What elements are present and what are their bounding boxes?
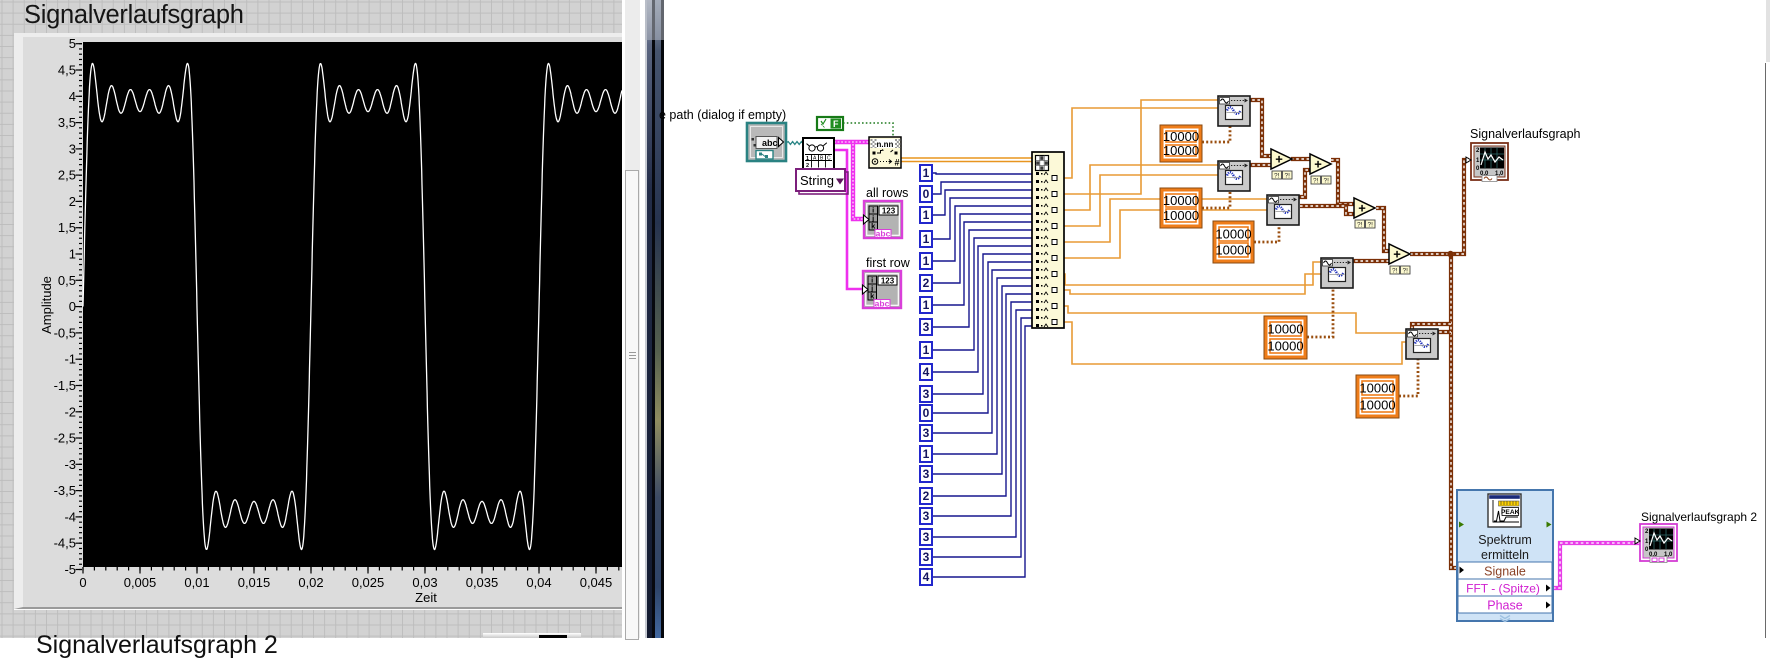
svg-text:-0,5: -0,5	[54, 325, 76, 340]
svg-text:1,5: 1,5	[58, 220, 76, 235]
svg-text:0,01: 0,01	[184, 575, 209, 590]
svg-text:Signalverlaufsgraph: Signalverlaufsgraph	[1470, 127, 1581, 141]
svg-text:C: C	[827, 156, 831, 162]
svg-text:?!: ?!	[1402, 268, 1408, 275]
svg-text:F: F	[833, 119, 839, 129]
svg-text:+: +	[1275, 152, 1283, 167]
svg-text:Amplitude: Amplitude	[39, 276, 54, 334]
svg-text:-3: -3	[64, 457, 76, 472]
svg-text:10000: 10000	[1267, 322, 1303, 337]
svg-text:10000: 10000	[1163, 129, 1199, 144]
svg-text:?!: ?!	[1357, 222, 1363, 229]
svg-text:5: 5	[69, 36, 76, 51]
svg-text:?!: ?!	[1274, 173, 1280, 180]
svg-text:0,04: 0,04	[526, 575, 551, 590]
svg-text:-1,5: -1,5	[54, 378, 76, 393]
svg-text:Phase: Phase	[1487, 599, 1522, 613]
svg-text:10000: 10000	[1215, 243, 1251, 258]
svg-text:10000: 10000	[1267, 339, 1303, 354]
svg-text:-1: -1	[64, 352, 76, 367]
svg-text:abc: abc	[875, 299, 890, 309]
svg-text:-3,5: -3,5	[54, 483, 76, 498]
svg-text:0: 0	[79, 575, 86, 590]
svg-text:abc: abc	[876, 229, 891, 239]
svg-text:+: +	[1314, 157, 1322, 172]
svg-text:-2,5: -2,5	[54, 431, 76, 446]
svg-text:4,5: 4,5	[58, 63, 76, 78]
svg-text:?!: ?!	[1367, 222, 1373, 229]
svg-text:0,025: 0,025	[352, 575, 385, 590]
svg-text:1: 1	[69, 247, 76, 262]
svg-text:123: 123	[881, 277, 895, 286]
svg-text:0,5: 0,5	[58, 273, 76, 288]
svg-text:1: 1	[806, 156, 809, 162]
svg-text:#: #	[894, 158, 899, 168]
svg-text:abc: abc	[762, 138, 778, 148]
svg-text:first row: first row	[866, 256, 911, 270]
svg-text:?!: ?!	[1323, 178, 1329, 185]
svg-text:PEAK: PEAK	[1501, 509, 1520, 516]
svg-text:-4: -4	[64, 509, 76, 524]
svg-text:10000: 10000	[1163, 143, 1199, 158]
svg-text:+: +	[1358, 201, 1366, 216]
svg-text:4: 4	[69, 89, 76, 104]
svg-text:?!: ?!	[1313, 178, 1319, 185]
svg-text:Signale: Signale	[1484, 565, 1526, 579]
svg-text:10000: 10000	[1359, 381, 1395, 396]
svg-text:3: 3	[69, 141, 76, 156]
svg-text:-4,5: -4,5	[54, 536, 76, 551]
svg-text:0,03: 0,03	[412, 575, 437, 590]
svg-text:0: 0	[69, 299, 76, 314]
svg-text:+: +	[1393, 247, 1401, 262]
svg-text:all rows: all rows	[866, 186, 908, 200]
svg-text:0,045: 0,045	[580, 575, 613, 590]
svg-text:String: String	[800, 173, 834, 188]
svg-text:3,5: 3,5	[58, 115, 76, 130]
svg-text:0,015: 0,015	[238, 575, 271, 590]
svg-text:10000: 10000	[1215, 227, 1251, 242]
svg-text:Zeit: Zeit	[415, 590, 437, 605]
svg-text:2,5: 2,5	[58, 168, 76, 183]
svg-text:0,035: 0,035	[466, 575, 499, 590]
svg-text:e path (dialog if empty): e path (dialog if empty)	[659, 108, 786, 122]
svg-text:0,02: 0,02	[298, 575, 323, 590]
svg-text:Spektrum: Spektrum	[1478, 533, 1532, 547]
svg-text:n.nn: n.nn	[877, 140, 894, 149]
svg-text:FFT - (Spitze): FFT - (Spitze)	[1466, 582, 1540, 596]
svg-text:123: 123	[882, 207, 896, 216]
svg-text:10000: 10000	[1163, 193, 1199, 208]
svg-text:ermitteln: ermitteln	[1481, 548, 1529, 562]
svg-text:?!: ?!	[1392, 268, 1398, 275]
svg-text:2: 2	[69, 194, 76, 209]
svg-text:0,005: 0,005	[124, 575, 157, 590]
svg-text:?!: ?!	[1284, 173, 1290, 180]
svg-text:Signalverlaufsgraph 2: Signalverlaufsgraph 2	[1641, 510, 1757, 524]
svg-text:10000: 10000	[1163, 208, 1199, 223]
svg-text:10000: 10000	[1359, 398, 1395, 413]
svg-text:-5: -5	[64, 562, 76, 577]
svg-text:-2: -2	[64, 404, 76, 419]
